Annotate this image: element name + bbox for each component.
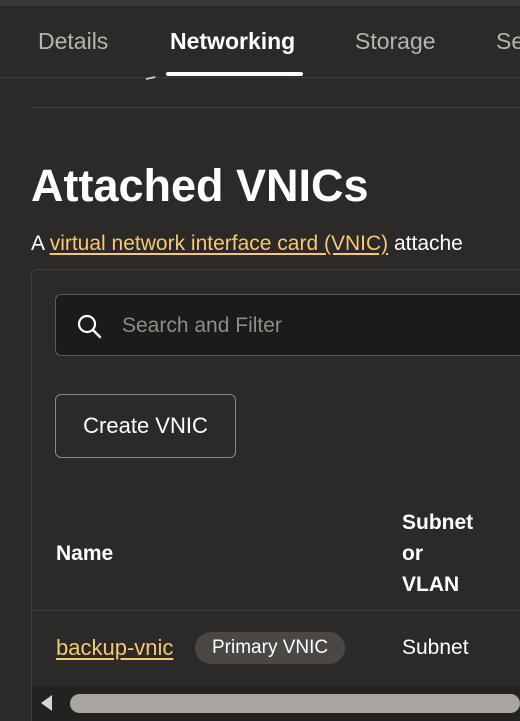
search-input[interactable] <box>120 295 520 357</box>
search-box[interactable] <box>55 294 520 357</box>
header-line: Subnet <box>402 511 474 534</box>
column-header-subnet-or-vlan[interactable]: Subnet or VLAN <box>402 507 473 600</box>
intro-suffix: attache <box>388 232 463 255</box>
scrollbar-thumb[interactable] <box>70 694 520 713</box>
tab-details[interactable]: Details <box>38 6 108 77</box>
intro-prefix: A <box>31 232 50 255</box>
header-line: or <box>402 542 423 565</box>
column-header-name[interactable]: Name <box>56 538 113 569</box>
section-intro: A virtual network interface card (VNIC) … <box>31 229 463 259</box>
horizontal-scrollbar[interactable] <box>32 686 520 721</box>
page: Details Networking Storage Se Attached V… <box>0 0 520 721</box>
section-title: Attached VNICs <box>31 160 369 211</box>
tab-bar: Details Networking Storage Se <box>0 6 520 78</box>
focus-mark <box>145 76 157 84</box>
primary-vnic-badge: Primary VNIC <box>195 632 346 664</box>
arrow-left-icon[interactable] <box>41 695 52 711</box>
active-tab-indicator <box>166 72 303 76</box>
subnet-cell: Subnet <box>402 636 469 659</box>
tab-networking[interactable]: Networking <box>170 6 295 77</box>
header-row-divider <box>32 610 520 611</box>
vnic-doc-link[interactable]: virtual network interface card (VNIC) <box>50 232 388 255</box>
section-divider <box>31 107 520 108</box>
create-vnic-button[interactable]: Create VNIC <box>55 394 236 458</box>
tab-storage[interactable]: Storage <box>355 6 436 77</box>
vnic-name-link[interactable]: backup-vnic <box>56 632 173 664</box>
search-icon <box>77 314 102 339</box>
header-line: VLAN <box>402 573 460 596</box>
tab-security[interactable]: Se <box>496 6 520 77</box>
